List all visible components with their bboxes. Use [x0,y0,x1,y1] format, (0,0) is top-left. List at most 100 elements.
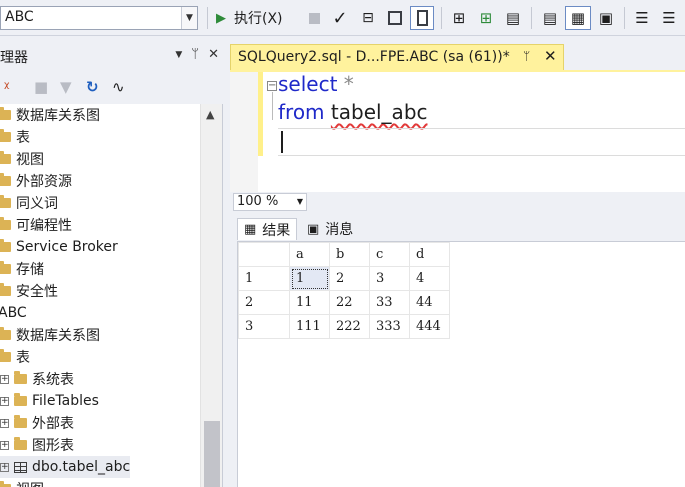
grid-cell[interactable]: 2 [329,266,370,291]
tree-item[interactable]: 数据库关系图 [0,104,100,126]
zoom-selector[interactable]: 100 % ▼ [233,193,307,211]
include-plan-button[interactable]: ⊞ [448,6,470,30]
grid-cell[interactable]: 22 [329,290,370,315]
tree-item-label: 数据库关系图 [16,108,100,124]
ssms-window: ABC ▼ ▶ 执行(X) ✓ ⊟ ⊞ ⊞ ▤ ▤ ▦ ▣ ☰ ☰ 理器 ▼ ᛘ… [0,0,685,487]
grid-results-icon: ▦ [570,9,586,27]
folder-icon [0,195,11,208]
tree-item-label: 图形表 [32,438,74,454]
tree-item[interactable]: + FileTables [0,390,99,412]
tree-item-label: 同义词 [16,196,58,212]
grid-icon: ▦ [244,222,257,237]
grid-cell[interactable]: 4 [409,266,450,291]
editor-margin [230,72,258,192]
results-to-file-button[interactable]: ▣ [595,6,617,30]
grid-cell[interactable]: 11 [289,290,330,315]
grid-cell[interactable]: 44 [409,290,450,315]
results-to-grid-button[interactable]: ▦ [565,6,591,30]
expand-icon[interactable]: + [0,374,9,384]
window-icon [388,11,402,25]
stop-button[interactable] [305,6,323,30]
client-stats-button[interactable]: ▤ [502,6,524,30]
live-stats-button[interactable]: ⊞ [475,6,497,30]
refresh-icon[interactable]: ↻ [86,78,99,96]
play-icon: ▶ [216,10,226,26]
row-number[interactable]: 3 [238,314,290,339]
expand-icon[interactable]: + [0,462,9,472]
row-header-corner[interactable] [238,242,290,267]
tree-item[interactable]: 数据库关系图 [0,324,100,346]
connect-icon[interactable]: ᵡ [4,78,9,96]
tree-item-label: Service Broker [16,239,118,255]
filter-icon[interactable]: ▼ [60,78,72,96]
pin-icon[interactable]: ᛘ [523,49,530,63]
expand-icon[interactable]: + [0,418,9,428]
tab-sqlquery2[interactable]: SQLQuery2.sql - D...FPE.ABC (sa (61))* ᛘ… [230,44,564,70]
close-icon[interactable]: ✕ [208,47,219,62]
column-header[interactable]: a [289,242,330,267]
grid-cell[interactable]: 444 [409,314,450,339]
code-line-2: from tabel_abc [278,100,428,128]
chevron-down-icon[interactable]: ▼ [181,7,197,29]
expand-icon[interactable]: + [0,440,9,450]
query-options-button[interactable] [384,6,406,30]
chevron-down-icon[interactable]: ▼ [297,197,303,206]
column-header[interactable]: b [329,242,370,267]
tree-item[interactable]: 存储 [0,258,44,280]
tree-item[interactable]: Service Broker [0,236,118,258]
column-header[interactable]: d [409,242,450,267]
expand-icon[interactable]: + [0,396,9,406]
grid-cell[interactable]: 111 [289,314,330,339]
tree-item-label: 数据库关系图 [16,328,100,344]
results-to-button[interactable] [410,6,434,30]
checkmark-icon: ✓ [332,7,348,29]
close-icon[interactable]: ✕ [544,47,557,65]
collapse-icon[interactable]: − [267,81,277,91]
uncomment-button[interactable]: ☰ [658,6,680,30]
estimated-plan-button[interactable]: ⊟ [356,6,380,30]
tree-item[interactable]: 外部资源 [0,170,72,192]
tree-item[interactable]: + 图形表 [0,434,74,456]
stats-icon: ▤ [505,9,521,27]
tree-item-label: 外部资源 [16,174,72,190]
tree-item[interactable]: + 系统表 [0,368,74,390]
grid-cell[interactable]: 1 [289,266,330,291]
query-editor[interactable]: − select * from tabel_abc [230,72,685,192]
tree-item-table[interactable]: + dbo.tabel_abc [0,456,131,478]
tree-item[interactable]: 表 [0,126,30,148]
tree-item[interactable]: ABC [0,302,27,324]
tree-item-label: FileTables [32,393,99,409]
tab-messages[interactable]: ▣ 消息 [301,218,359,240]
tree-item[interactable]: 视图 [0,478,44,487]
parse-button[interactable]: ✓ [329,6,351,30]
tree-item[interactable]: 视图 [0,148,44,170]
chevron-down-icon[interactable]: ▼ [175,50,182,62]
tree-scrollbar[interactable]: ▲ [200,104,222,487]
activity-monitor-icon[interactable]: ∿ [112,78,125,96]
grid-cell[interactable]: 222 [329,314,370,339]
database-selector[interactable]: ABC ▼ [0,6,198,30]
row-number[interactable]: 1 [238,266,290,291]
folder-icon [14,437,27,450]
stop-icon[interactable]: ■ [34,78,48,96]
tree-item[interactable]: 同义词 [0,192,58,214]
chevron-up-icon[interactable]: ▲ [206,108,214,121]
grid-cell[interactable]: 333 [369,314,410,339]
execute-button[interactable]: ▶ 执行(X) [216,6,300,30]
comment-button[interactable]: ☰ [631,6,653,30]
results-to-text-button[interactable]: ▤ [538,6,562,30]
grid-cell[interactable]: 33 [369,290,410,315]
grid-cell[interactable]: 3 [369,266,410,291]
zoom-value: 100 % [237,194,279,209]
tree-item[interactable]: 安全性 [0,280,58,302]
pin-icon[interactable]: ᛘ [191,47,199,62]
tab-results[interactable]: ▦ 结果 [237,218,298,240]
tree-item[interactable]: + 外部表 [0,412,74,434]
tree-item-label: 表 [16,350,30,366]
tree-item[interactable]: 可编程性 [0,214,72,236]
tree-item[interactable]: 表 [0,346,30,368]
object-explorer: 理器 ▼ ᛘ ✕ ᵡ ■ ▼ ↻ ∿ 数据库关系图表视图 外部资源 同义词 可编程性 S… [0,44,223,487]
scrollbar-thumb[interactable] [204,421,220,487]
column-header[interactable]: c [369,242,410,267]
row-number[interactable]: 2 [238,290,290,315]
